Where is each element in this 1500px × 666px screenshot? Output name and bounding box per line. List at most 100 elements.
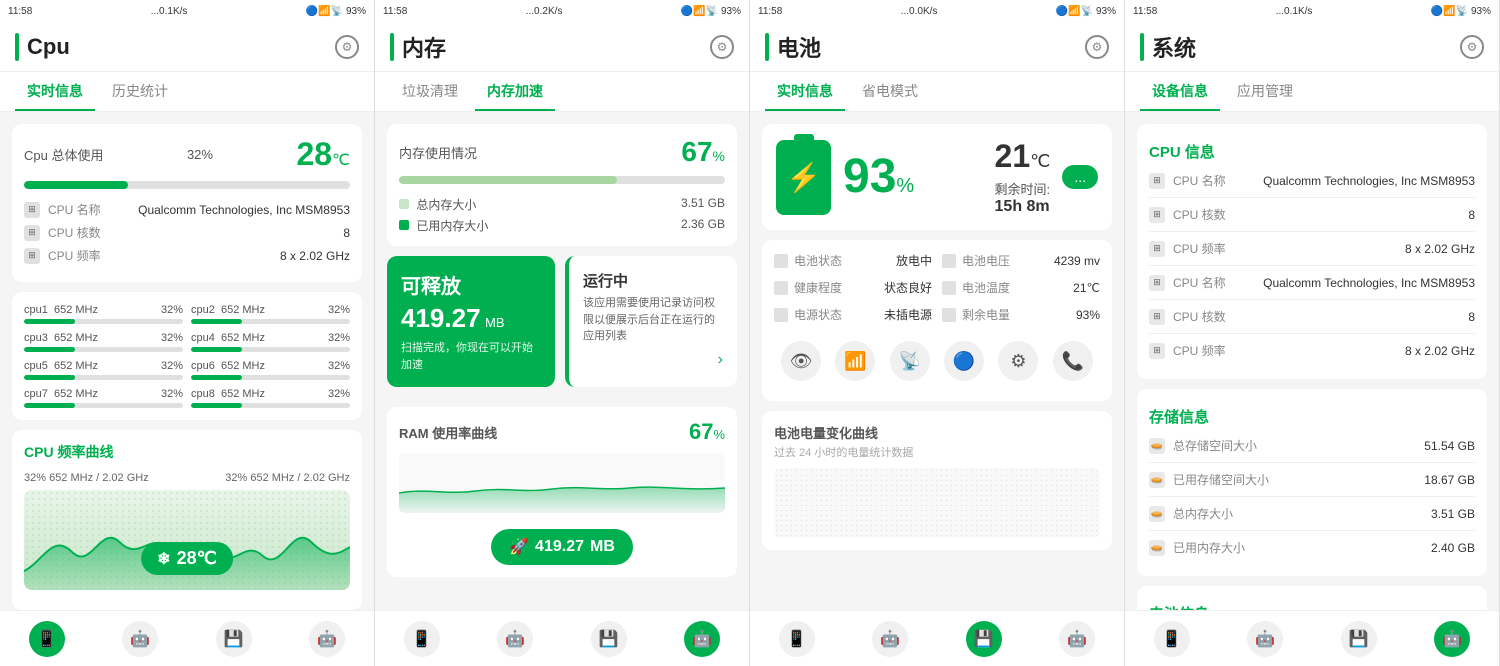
batt-temp-icon	[942, 281, 956, 295]
nav-sys-active[interactable]: 🤖	[1434, 621, 1470, 657]
sys-storage-row-3: 🥧 已用内存大小 2.40 GB	[1149, 539, 1475, 556]
wifi-icon[interactable]: 📶	[835, 341, 875, 381]
core-item-2: cpu3 652 MHz32%	[24, 332, 183, 352]
sys-batt-title: 电池信息	[1149, 603, 1475, 610]
nav-storage-icon[interactable]: 💾	[216, 621, 252, 657]
tabs-mem: 垃圾清理 内存加速	[375, 72, 749, 112]
content-mem: 内存使用情况 67% 总内存大小 3.51 GB 已用内存大小	[375, 112, 749, 610]
settings-icon-mem[interactable]: ⚙	[710, 35, 734, 59]
content-cpu: Cpu 总体使用 32% 28℃ ⊞ CPU 名称 Qualcomm Techn…	[0, 112, 374, 610]
tab-trash-mem[interactable]: 垃圾清理	[390, 73, 470, 111]
phone-icon[interactable]: 📞	[1053, 341, 1093, 381]
cpu-core-icon: ⊞	[24, 225, 40, 241]
nav-sys-storage[interactable]: 💾	[1341, 621, 1377, 657]
tab-realtime-batt[interactable]: 实时信息	[765, 73, 845, 111]
bottom-nav-mem: 📱 🤖 💾 🤖	[375, 610, 749, 666]
sys-storage-row-0: 🥧 总存储空间大小 51.54 GB	[1149, 437, 1475, 454]
battery-info-card: 电池状态 放电中 电池电压 4239 mv 健康程度 状态良好 电池温度 21℃	[762, 240, 1112, 401]
sys-cpu-core-icon-0: ⊞	[1149, 207, 1165, 223]
nav-mem-storage[interactable]: 💾	[591, 621, 627, 657]
content-batt: ⚡ 93% 21℃ 剩余时间: 15h 8m ... 电池状态	[750, 112, 1124, 610]
sys-status-time: 11:58	[1133, 6, 1157, 17]
bottom-nav-cpu: 📱 🤖 💾 🤖	[0, 610, 374, 666]
nav-mem-robot[interactable]: 🤖	[497, 621, 533, 657]
tab-history-cpu[interactable]: 历史统计	[100, 73, 180, 111]
cpu-progress-fill	[24, 181, 128, 189]
batt-info-5: 剩余电量 93%	[942, 306, 1100, 323]
snowflake-icon: ❄	[157, 549, 170, 569]
tab-saver-batt[interactable]: 省电模式	[850, 73, 930, 111]
mem-usage-card: 内存使用情况 67% 总内存大小 3.51 GB 已用内存大小	[387, 124, 737, 246]
sys-storage-row-2: 🥧 总内存大小 3.51 GB	[1149, 505, 1475, 522]
cpu-temperature: 28℃	[296, 136, 350, 173]
nav-cpu-icon[interactable]: 📱	[29, 621, 65, 657]
core-item-1: cpu2 652 MHz32%	[191, 304, 350, 324]
status-network: ...0.1K/s	[151, 6, 188, 17]
tab-realtime-cpu[interactable]: 实时信息	[15, 73, 95, 111]
bottom-nav-batt: 📱 🤖 💾 🤖	[750, 610, 1124, 666]
cpu-cores-card: cpu1 652 MHz32% cpu2 652 MHz32% cpu3 652…	[12, 292, 362, 420]
battery-temp-remain: 21℃ 剩余时间: 15h 8m	[995, 138, 1051, 216]
sys-cpu-row-1: ⊞ CPU 核数 8	[1149, 206, 1475, 223]
core-item-5: cpu6 652 MHz32%	[191, 360, 350, 380]
sys-storage-icon-0: 🥧	[1149, 438, 1165, 454]
cores-grid: cpu1 652 MHz32% cpu2 652 MHz32% cpu3 652…	[24, 304, 350, 408]
cpu-freq-icon: ⊞	[24, 248, 40, 264]
batt-chart-title: 电池电量变化曲线	[774, 423, 1100, 442]
nav-batt-robot[interactable]: 🤖	[872, 621, 908, 657]
battery-main-card: ⚡ 93% 21℃ 剩余时间: 15h 8m ...	[762, 124, 1112, 230]
sys-cpu-row-3: ⊞ CPU 名称 Qualcomm Technologies, Inc MSM8…	[1149, 274, 1475, 291]
memory-panel: 11:58 ...0.2K/s 🔵📶📡 93% 内存 ⚙ 垃圾清理 内存加速 内…	[375, 0, 750, 666]
arrow-right-icon[interactable]: ›	[583, 351, 723, 369]
core-item-0: cpu1 652 MHz32%	[24, 304, 183, 324]
batt-info-4: 电源状态 未插电源	[774, 306, 932, 323]
tab-boost-mem[interactable]: 内存加速	[475, 73, 555, 111]
core-item-3: cpu4 652 MHz32%	[191, 332, 350, 352]
signal-icon[interactable]: 📡	[890, 341, 930, 381]
settings-icon-cpu[interactable]: ⚙	[335, 35, 359, 59]
sys-status-icons: 🔵📶📡 93%	[1431, 6, 1491, 17]
nav-mem-home[interactable]: 📱	[404, 621, 440, 657]
panel-title-sys: 系统	[1152, 31, 1196, 63]
sys-cpu-title: CPU 信息	[1149, 141, 1475, 162]
sys-storage-icon-3: 🥧	[1149, 540, 1165, 556]
ram-mem-badge[interactable]: 🚀 419.27 MB	[491, 529, 633, 565]
ram-chart-pct: 67%	[689, 419, 725, 445]
status-bar-sys: 11:58 ...0.1K/s 🔵📶📡 93%	[1125, 0, 1499, 22]
mem-release-size: 419.27 MB	[401, 303, 541, 334]
settings-icon-batt[interactable]: ⚙	[1085, 35, 1109, 59]
nav-robot-icon[interactable]: 🤖	[122, 621, 158, 657]
app-header-batt: 电池 ⚙	[750, 22, 1124, 72]
batt-info-2: 健康程度 状态良好	[774, 279, 932, 296]
tabs-sys: 设备信息 应用管理	[1125, 72, 1499, 112]
sys-storage-row-1: 🥧 已用存储空间大小 18.67 GB	[1149, 471, 1475, 488]
batt-state-icon	[774, 254, 788, 268]
tabs-batt: 实时信息 省电模式	[750, 72, 1124, 112]
mem-release-card: 可释放 419.27 MB 扫描完成，你现在可以开始加速	[387, 256, 555, 387]
more-button[interactable]: ...	[1062, 165, 1098, 189]
nav-sys-robot[interactable]: 🤖	[1247, 621, 1283, 657]
cpu-info-row-1: ⊞ CPU 核数 8	[24, 224, 350, 241]
gear-batt-icon[interactable]: ⚙	[998, 341, 1038, 381]
batt-status-time: 11:58	[758, 6, 782, 17]
tab-device-sys[interactable]: 设备信息	[1140, 73, 1220, 111]
nav-batt-settings[interactable]: 🤖	[1059, 621, 1095, 657]
tab-apps-sys[interactable]: 应用管理	[1225, 73, 1305, 111]
nav-settings-icon[interactable]: 🤖	[309, 621, 345, 657]
bluetooth-icon[interactable]: 🔵	[944, 341, 984, 381]
nav-batt-home[interactable]: 📱	[779, 621, 815, 657]
nav-batt-storage[interactable]: 💾	[966, 621, 1002, 657]
nav-mem-active[interactable]: 🤖	[684, 621, 720, 657]
sys-cpu-freq-icon-0: ⊞	[1149, 241, 1165, 257]
mem-running-card: 运行中 该应用需要使用记录访问权限以便展示后台正在运行的应用列表 ›	[565, 256, 737, 387]
settings-icon-sys[interactable]: ⚙	[1460, 35, 1484, 59]
nav-sys-home[interactable]: 📱	[1154, 621, 1190, 657]
eye-icon[interactable]: 👁	[781, 341, 821, 381]
mem-total-val: 3.51 GB	[681, 196, 725, 213]
app-header-sys: 系统 ⚙	[1125, 22, 1499, 72]
sys-cpu-card: CPU 信息 ⊞ CPU 名称 Qualcomm Technologies, I…	[1137, 124, 1487, 379]
sys-cpu-row-0: ⊞ CPU 名称 Qualcomm Technologies, Inc MSM8…	[1149, 172, 1475, 189]
battery-panel: 11:58 ...0.0K/s 🔵📶📡 93% 电池 ⚙ 实时信息 省电模式 ⚡…	[750, 0, 1125, 666]
battery-big-icon: ⚡	[776, 140, 831, 215]
sys-cpu-row-2: ⊞ CPU 频率 8 x 2.02 GHz	[1149, 240, 1475, 257]
